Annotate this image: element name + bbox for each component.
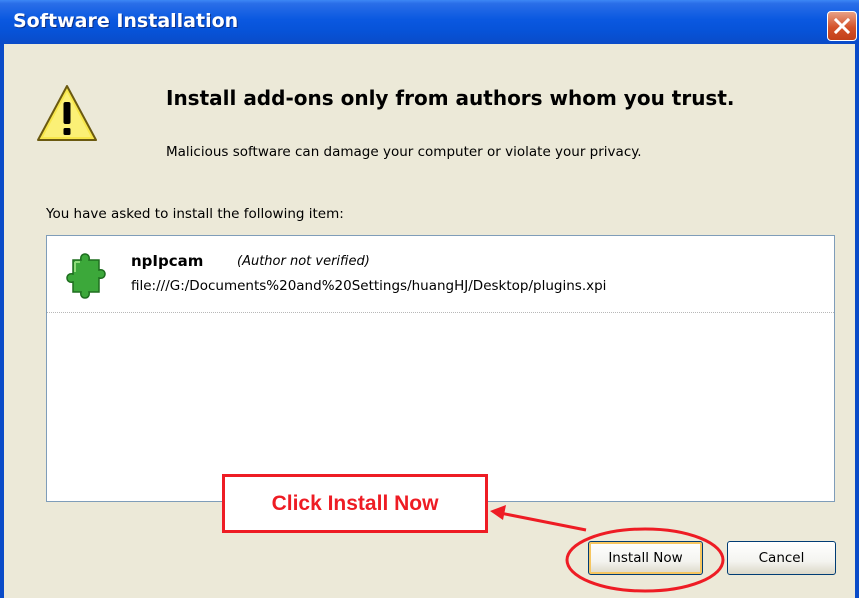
click-install-callout: Click Install Now xyxy=(222,474,488,533)
annotation-arrow-line xyxy=(499,511,587,532)
software-installation-dialog: Software Installation Install add-ons on… xyxy=(0,0,859,598)
install-button-highlight-ellipse xyxy=(565,527,725,593)
annotation-arrowhead xyxy=(490,505,506,520)
